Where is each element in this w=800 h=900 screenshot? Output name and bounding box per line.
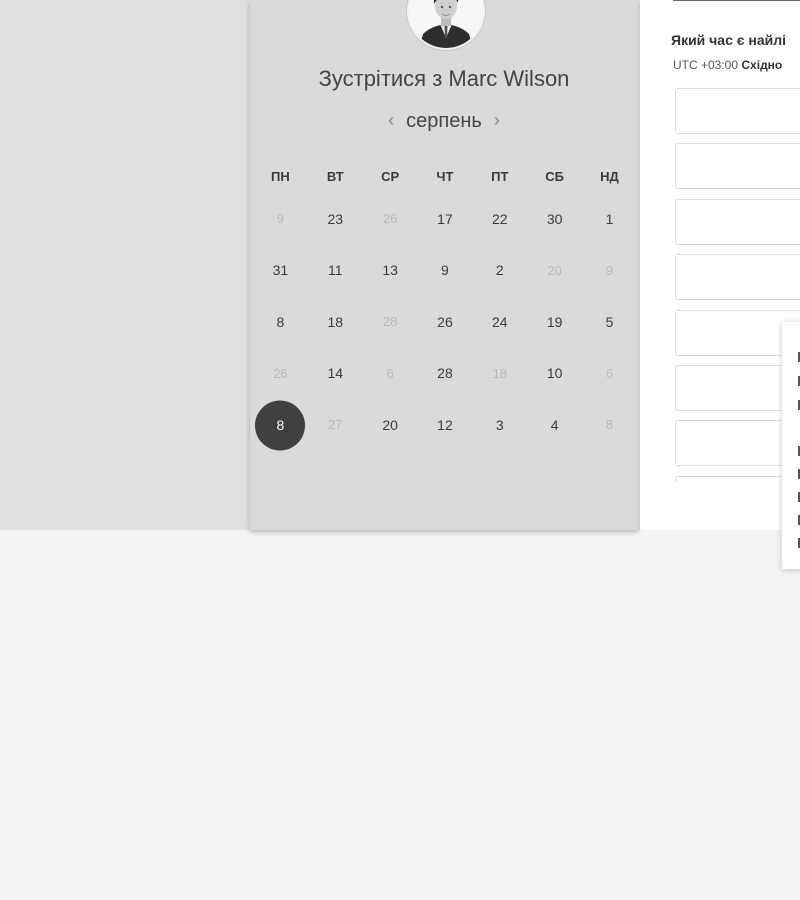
day-number: 9 — [276, 211, 285, 227]
chevron-right-icon[interactable]: › — [494, 110, 500, 131]
calendar-day[interactable]: 4 — [527, 398, 582, 450]
divider — [673, 0, 800, 1]
day-number: 2 — [495, 262, 504, 279]
weekday-header: ПН — [271, 168, 290, 184]
calendar-day: 9 — [582, 244, 637, 296]
calendar-day[interactable]: 28 — [418, 347, 473, 399]
calendar-day[interactable]: 2 — [472, 244, 527, 296]
calendar-day: 20 — [527, 244, 582, 296]
day-number: 31 — [272, 262, 289, 279]
calendar-day: 6 — [582, 347, 637, 399]
calendar-day[interactable]: 18 — [308, 295, 363, 347]
day-number: 23 — [327, 210, 344, 227]
calendar-day: 18 — [472, 347, 527, 399]
meeting-title: Зустрітися з Marc Wilson — [318, 66, 570, 91]
calendar-grid: ПН ВТ СР ЧТ ПТ СБ НД 9 23 26 17 22 30 1 31 11 13 9 2 20 9 8 18… — [253, 160, 637, 450]
calendar-day[interactable]: 30 — [527, 192, 582, 244]
day-number: 26 — [273, 365, 288, 381]
weekday-header: ПТ — [491, 168, 509, 184]
day-number: 8 — [605, 417, 614, 433]
day-number: 6 — [386, 365, 394, 381]
day-number: 1 — [605, 210, 614, 227]
day-number: 18 — [327, 313, 344, 330]
calendar-day[interactable]: 1 — [582, 192, 637, 244]
timezone-label: UTC +03:00 Східно — [673, 58, 782, 72]
calendar-day: 27 — [308, 398, 363, 450]
day-number: 3 — [495, 416, 504, 433]
day-number: 5 — [605, 313, 614, 330]
time-slot-button[interactable] — [675, 143, 800, 190]
timezone-name: Східно — [741, 58, 783, 72]
time-slot-button[interactable] — [675, 88, 800, 134]
month-label: серпень — [406, 110, 482, 132]
calendar-day[interactable]: 31 — [253, 244, 308, 296]
calendar-day: 9 — [253, 192, 308, 244]
calendar-day[interactable]: 22 — [472, 192, 527, 244]
day-number: 10 — [546, 365, 563, 382]
day-number: 26 — [382, 211, 398, 227]
day-number: 28 — [382, 314, 398, 330]
calendar-day[interactable]: 9 — [418, 244, 473, 296]
weekday-header: ВТ — [326, 168, 344, 184]
day-number: 12 — [437, 416, 453, 433]
day-number: 26 — [437, 313, 453, 330]
calendar-day[interactable]: 19 — [527, 295, 582, 347]
calendar-day[interactable]: 23 — [308, 192, 363, 244]
time-selection-panel: Який час є найлі UTC +03:00 Східно — [640, 0, 800, 530]
day-number: 27 — [328, 417, 343, 433]
day-number: 17 — [437, 210, 453, 227]
weekday-header: СБ — [545, 168, 564, 184]
day-number: 14 — [327, 365, 344, 382]
day-number: 9 — [605, 262, 614, 278]
calendar-day: 26 — [363, 192, 418, 244]
time-question: Який час є найлі — [671, 32, 787, 48]
calendar-day[interactable]: 8 — [253, 295, 308, 347]
calendar-day[interactable]: 12 — [418, 398, 473, 450]
calendar-day[interactable]: 20 — [363, 398, 418, 450]
day-number: 28 — [437, 365, 453, 382]
calendar-day[interactable]: 13 — [363, 244, 418, 296]
calendar-day-selected[interactable]: 8 — [253, 398, 308, 450]
calendar-day[interactable]: 11 — [308, 244, 363, 296]
calendar-day[interactable]: 14 — [308, 347, 363, 399]
day-number: 20 — [547, 262, 562, 278]
time-slot-button[interactable] — [675, 254, 800, 301]
calendar-day: 8 — [582, 398, 637, 450]
day-number: 11 — [327, 262, 343, 279]
day-number: 4 — [550, 416, 559, 433]
day-number: 6 — [605, 365, 614, 381]
day-number: 13 — [382, 262, 398, 279]
calendar-day[interactable]: 5 — [582, 295, 637, 347]
info-popover — [782, 322, 800, 569]
day-number: 24 — [492, 313, 508, 330]
calendar-day[interactable]: 26 — [418, 295, 473, 347]
month-navigator: ‹ серпень › — [250, 110, 638, 133]
chevron-left-icon[interactable]: ‹ — [388, 110, 394, 131]
weekday-header: ЧТ — [436, 168, 454, 184]
calendar-day[interactable]: 17 — [418, 192, 473, 244]
host-avatar — [407, 0, 485, 50]
day-number: 30 — [546, 210, 563, 227]
calendar-day: 26 — [253, 347, 308, 399]
person-photo-icon — [409, 0, 483, 48]
calendar-day[interactable]: 10 — [527, 347, 582, 399]
weekday-header: СР — [381, 168, 400, 184]
day-number: 22 — [492, 210, 508, 227]
calendar-day[interactable]: 3 — [472, 398, 527, 450]
day-number: 19 — [546, 313, 563, 330]
weekday-header: НД — [600, 168, 619, 184]
day-number: 20 — [382, 416, 398, 433]
day-number: 18 — [492, 365, 508, 381]
calendar-day: 28 — [363, 295, 418, 347]
calendar-day[interactable]: 24 — [472, 295, 527, 347]
calendar-day: 6 — [363, 347, 418, 399]
day-number: 8 — [276, 313, 285, 330]
timezone-offset: UTC +03:00 — [673, 58, 739, 72]
booking-card: Зустрітися з Marc Wilson ‹ серпень › ПН ВТ С… — [250, 0, 638, 530]
day-number: 8 — [276, 416, 285, 433]
time-slot-button[interactable] — [675, 198, 800, 245]
day-number: 9 — [441, 262, 449, 279]
